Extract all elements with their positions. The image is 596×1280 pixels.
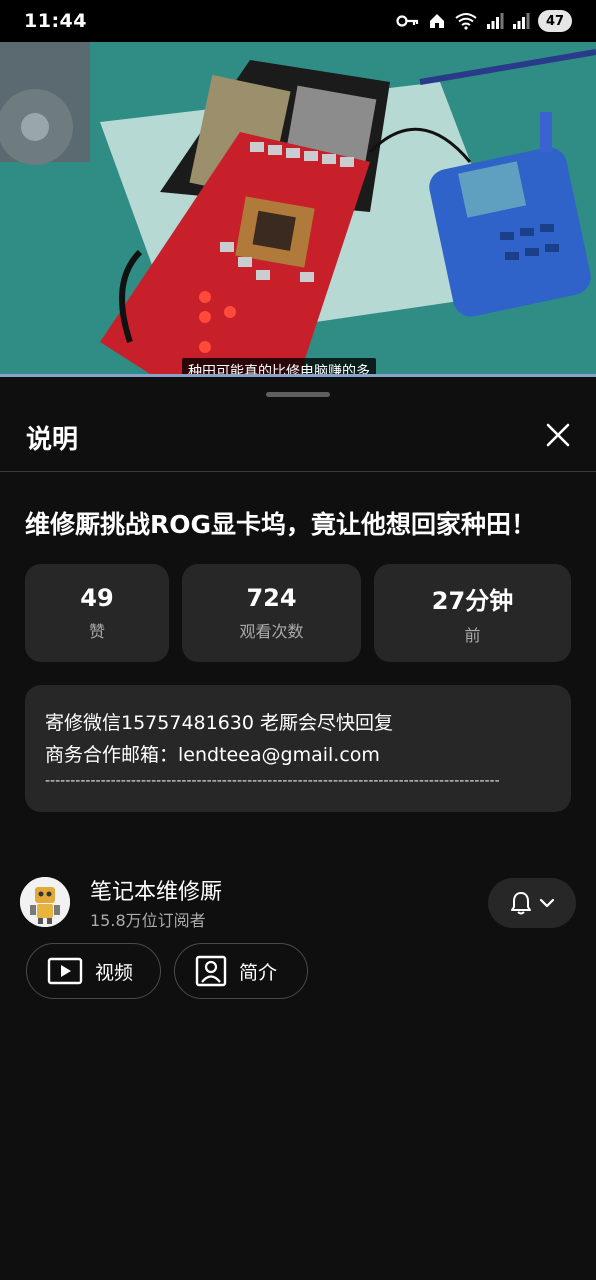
- channel-subscribers: 15.8万位订阅者: [90, 911, 206, 930]
- stat-likes: 49 赞: [25, 564, 169, 662]
- profile-icon: [195, 955, 227, 987]
- description-line: 寄修微信15757481630 老厮会尽快回复: [45, 712, 394, 734]
- stat-views: 724 观看次数: [182, 564, 361, 662]
- video-subtitle: 种田可能真的比修电脑赚的多: [182, 358, 376, 374]
- status-bar: 11:44 47: [0, 0, 596, 42]
- video-player[interactable]: 种田可能真的比修电脑赚的多: [0, 42, 596, 374]
- description-line: 商务合作邮箱：lendteea@gmail.com: [45, 744, 380, 766]
- home-icon: [430, 14, 444, 28]
- notification-button[interactable]: [488, 878, 576, 928]
- channel-name[interactable]: 笔记本维修厮: [90, 874, 222, 906]
- chevron-down-icon: [539, 898, 555, 908]
- stat-label: 赞: [88, 622, 105, 641]
- description-sheet: 说明 维修厮挑战ROG显卡坞，竟让他想回家种田！ 49 赞 724 观看次数 2…: [0, 377, 596, 1280]
- description-box[interactable]: 寄修微信15757481630 老厮会尽快回复 商务合作邮箱：lendteea@…: [25, 685, 571, 812]
- about-button[interactable]: 简介: [174, 943, 308, 999]
- stat-value: 724: [246, 584, 297, 612]
- signal-icon: [513, 13, 530, 29]
- close-button[interactable]: [538, 415, 578, 455]
- close-icon: [546, 423, 570, 447]
- battery-icon: 47: [538, 10, 572, 32]
- video-title: 维修厮挑战ROG显卡坞，竟让他想回家种田！: [25, 510, 537, 539]
- battery-level: 47: [545, 13, 565, 29]
- divider: [0, 471, 596, 472]
- key-icon: [396, 15, 419, 27]
- robot-avatar-icon: [20, 877, 70, 927]
- about-button-label: 简介: [239, 961, 278, 984]
- stat-label: 观看次数: [239, 622, 304, 641]
- bell-icon: [511, 892, 531, 915]
- stat-value: 49: [80, 584, 114, 612]
- sheet-title: 说明: [26, 425, 79, 455]
- video-frame: [0, 42, 596, 374]
- stat-value: 27分钟: [431, 586, 514, 615]
- description-separator: ----------------------------------------…: [45, 773, 500, 789]
- videos-button[interactable]: 视频: [26, 943, 161, 999]
- avatar[interactable]: [20, 877, 70, 927]
- signal-icon: [487, 13, 504, 29]
- stat-published: 27分钟 前: [374, 564, 571, 662]
- wifi-icon: [455, 13, 477, 30]
- stat-label: 前: [464, 625, 481, 645]
- drag-handle[interactable]: [266, 392, 330, 397]
- video-play-icon: [47, 957, 83, 985]
- status-icons: 47: [396, 10, 572, 32]
- status-time: 11:44: [24, 10, 87, 32]
- videos-button-label: 视频: [95, 961, 134, 984]
